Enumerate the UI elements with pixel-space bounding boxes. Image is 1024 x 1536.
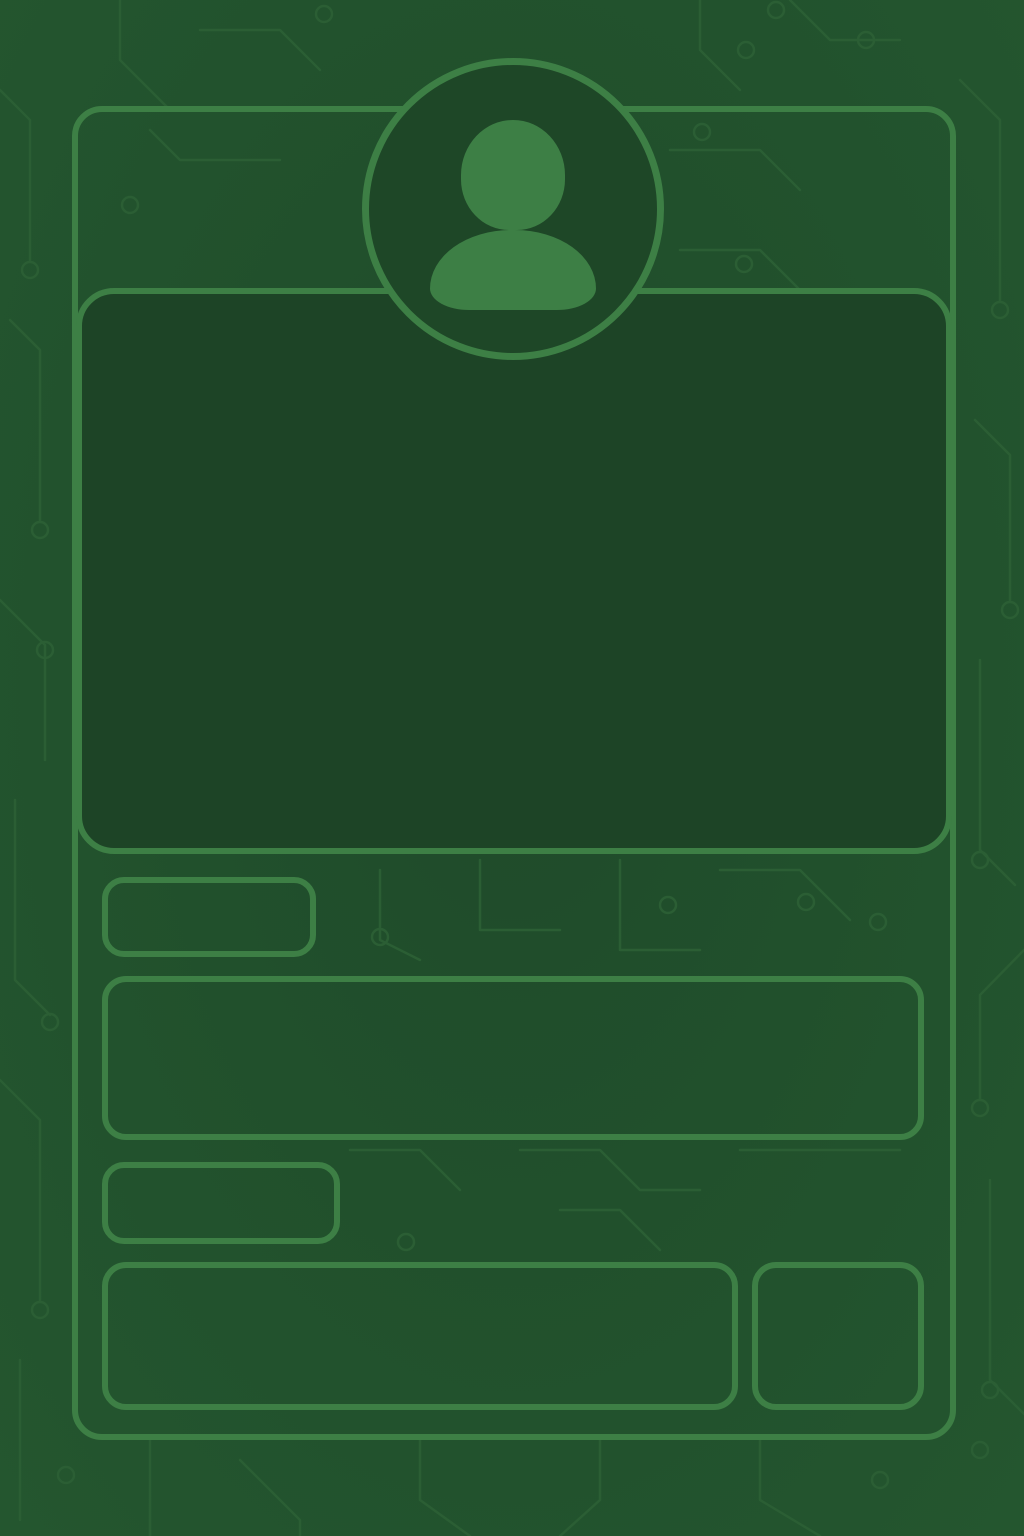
media-placeholder[interactable] bbox=[76, 288, 952, 854]
text-content-box bbox=[102, 976, 924, 1140]
input-field[interactable] bbox=[102, 1262, 738, 1410]
user-icon bbox=[461, 120, 565, 230]
action-button[interactable] bbox=[752, 1262, 924, 1410]
field-label-1 bbox=[102, 877, 316, 957]
field-label-2 bbox=[102, 1162, 340, 1244]
